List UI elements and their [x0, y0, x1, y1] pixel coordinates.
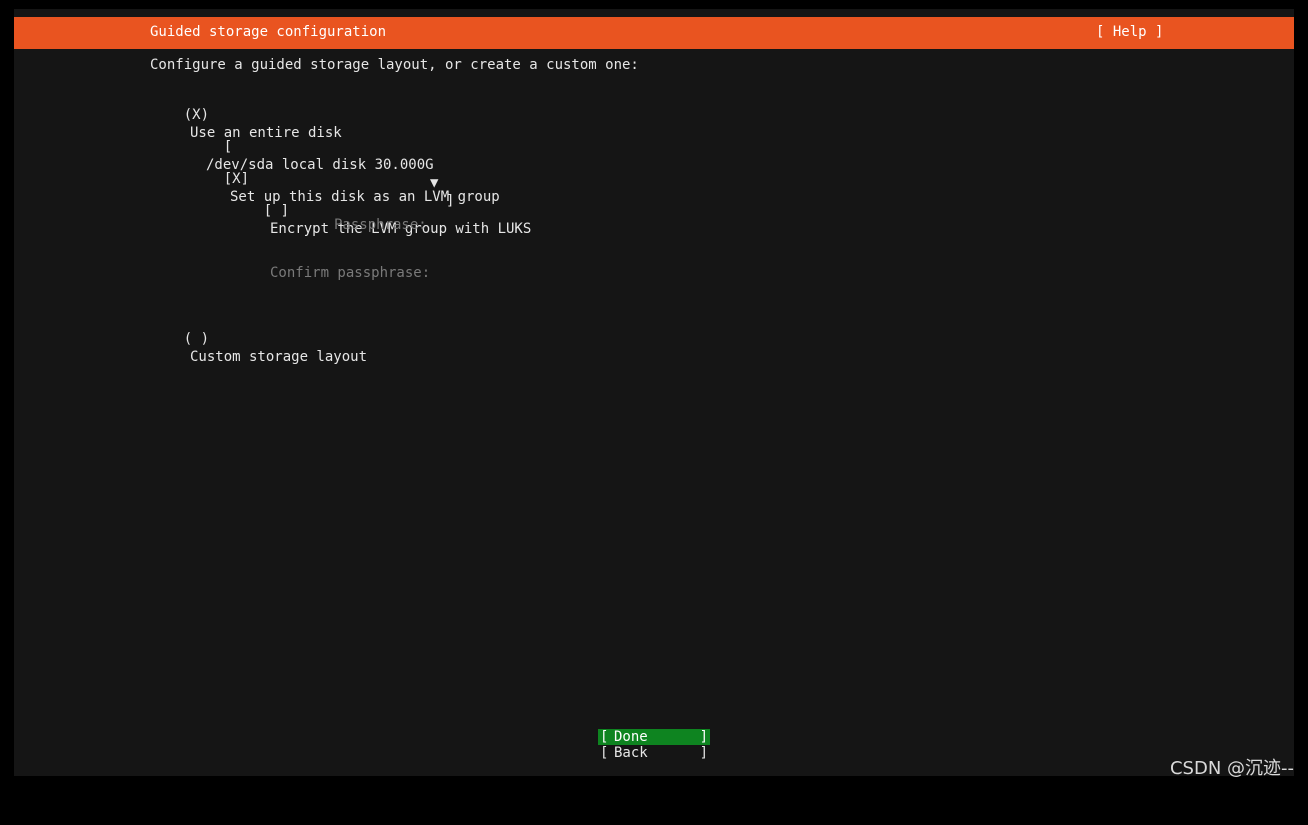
back-button[interactable]: [ Back ] [598, 745, 710, 761]
done-label: Done [614, 729, 648, 745]
title-bar: Guided storage configuration [ Help ] [14, 17, 1294, 49]
page-title: Guided storage configuration [150, 24, 386, 40]
checkbox-marker-luks: [ ] [264, 203, 289, 219]
done-open-bracket: [ [600, 729, 608, 745]
checkbox-luks[interactable]: [ ] Encrypt the LVM group with LUKS [230, 184, 289, 256]
confirm-passphrase-input [438, 264, 838, 282]
passphrase-label: Passphrase: [334, 216, 427, 234]
radio-custom-layout[interactable]: ( ) Custom storage layout [150, 312, 209, 384]
radio-marker-custom-layout: ( ) [184, 331, 209, 347]
back-open-bracket: [ [600, 745, 608, 761]
passphrase-input [438, 216, 838, 234]
installer-screen: Guided storage configuration [ Help ] Co… [14, 9, 1294, 776]
done-close-bracket: ] [700, 729, 708, 745]
watermark: CSDN @沉迹-- [1170, 754, 1294, 780]
radio-label-custom-layout: Custom storage layout [190, 348, 367, 366]
confirm-passphrase-label: Confirm passphrase: [270, 264, 430, 282]
back-label: Back [614, 745, 648, 761]
intro-text: Configure a guided storage layout, or cr… [150, 56, 639, 74]
back-close-bracket: ] [700, 745, 708, 761]
help-button[interactable]: [ Help ] [1096, 24, 1163, 40]
done-button[interactable]: [ Done ] [598, 729, 710, 745]
